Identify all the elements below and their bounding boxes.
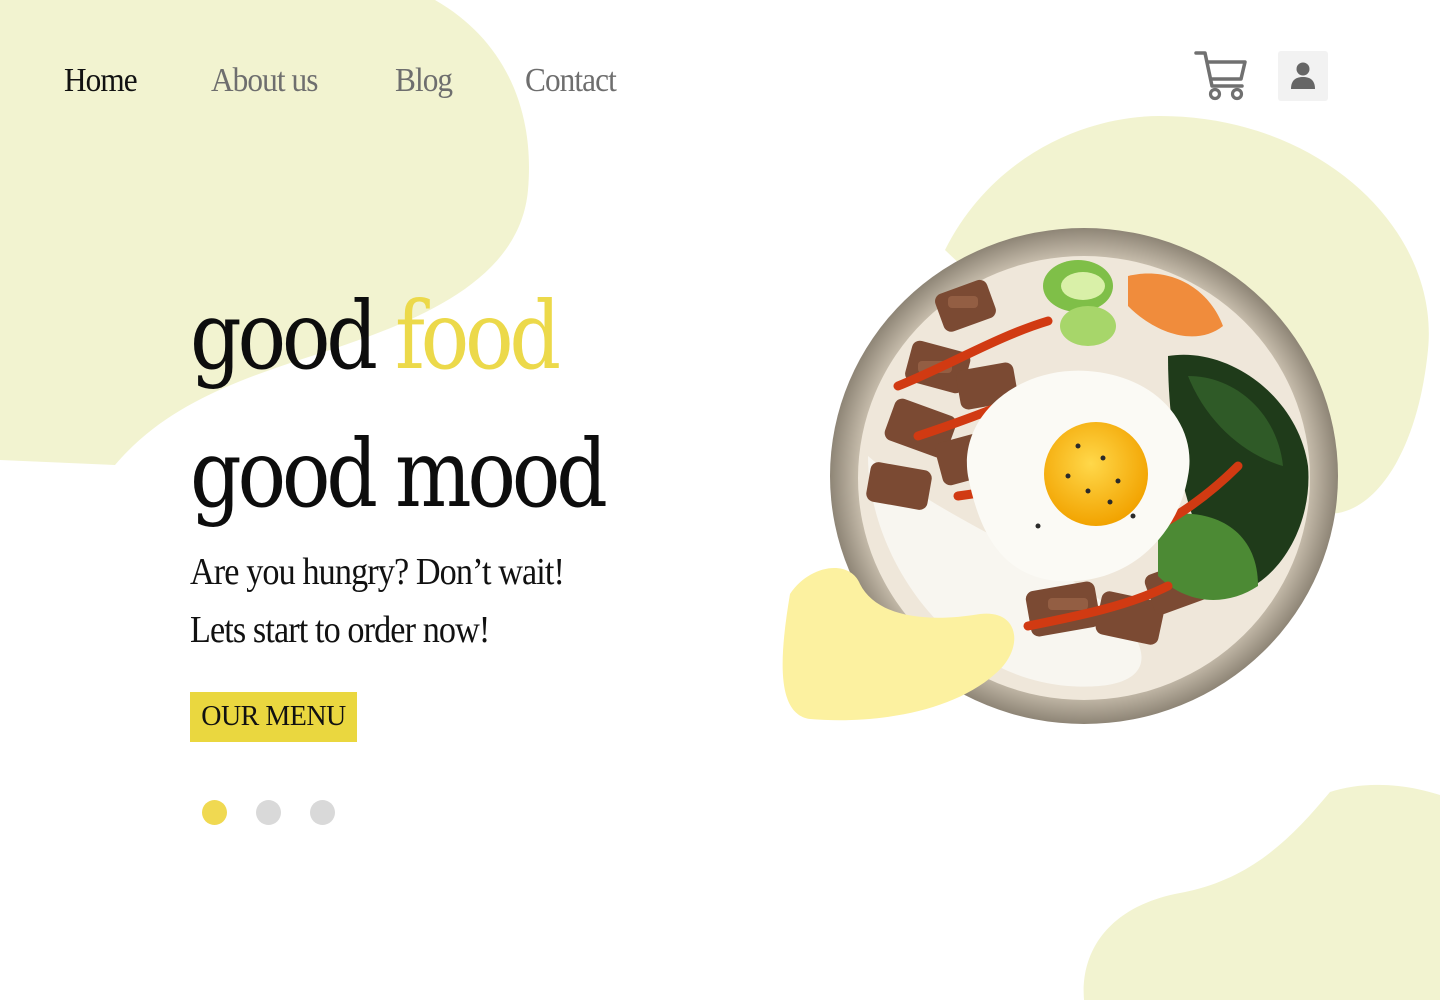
headline-line-2: good mood [190, 420, 608, 529]
subtitle-line-1: Are you hungry? Don’t wait! [190, 551, 565, 593]
carousel-dot-3[interactable] [310, 800, 335, 825]
subtitle-line-2: Lets start to order now! [190, 609, 490, 651]
headline-line-1: good food [190, 290, 561, 384]
headline-good: good [190, 282, 378, 391]
user-button[interactable] [1278, 51, 1328, 101]
cart-button[interactable] [1192, 48, 1250, 104]
headline-food-accent: food [395, 282, 561, 391]
cart-icon [1194, 51, 1247, 101]
carousel-dot-1[interactable] [202, 800, 227, 825]
nav-contact-link[interactable]: Contact [525, 62, 617, 100]
front-yellow-blob [782, 567, 1015, 721]
nav-blog-link[interactable]: Blog [395, 62, 453, 100]
our-menu-button[interactable]: OUR MENU [190, 692, 357, 742]
bottom-right-blob [1083, 784, 1440, 1000]
nav-home-link[interactable]: Home [64, 62, 138, 100]
user-icon [1291, 62, 1315, 89]
carousel-dot-2[interactable] [256, 800, 281, 825]
main-nav: Home About us Blog Contact [64, 62, 692, 100]
nav-about-link[interactable]: About us [211, 62, 318, 100]
